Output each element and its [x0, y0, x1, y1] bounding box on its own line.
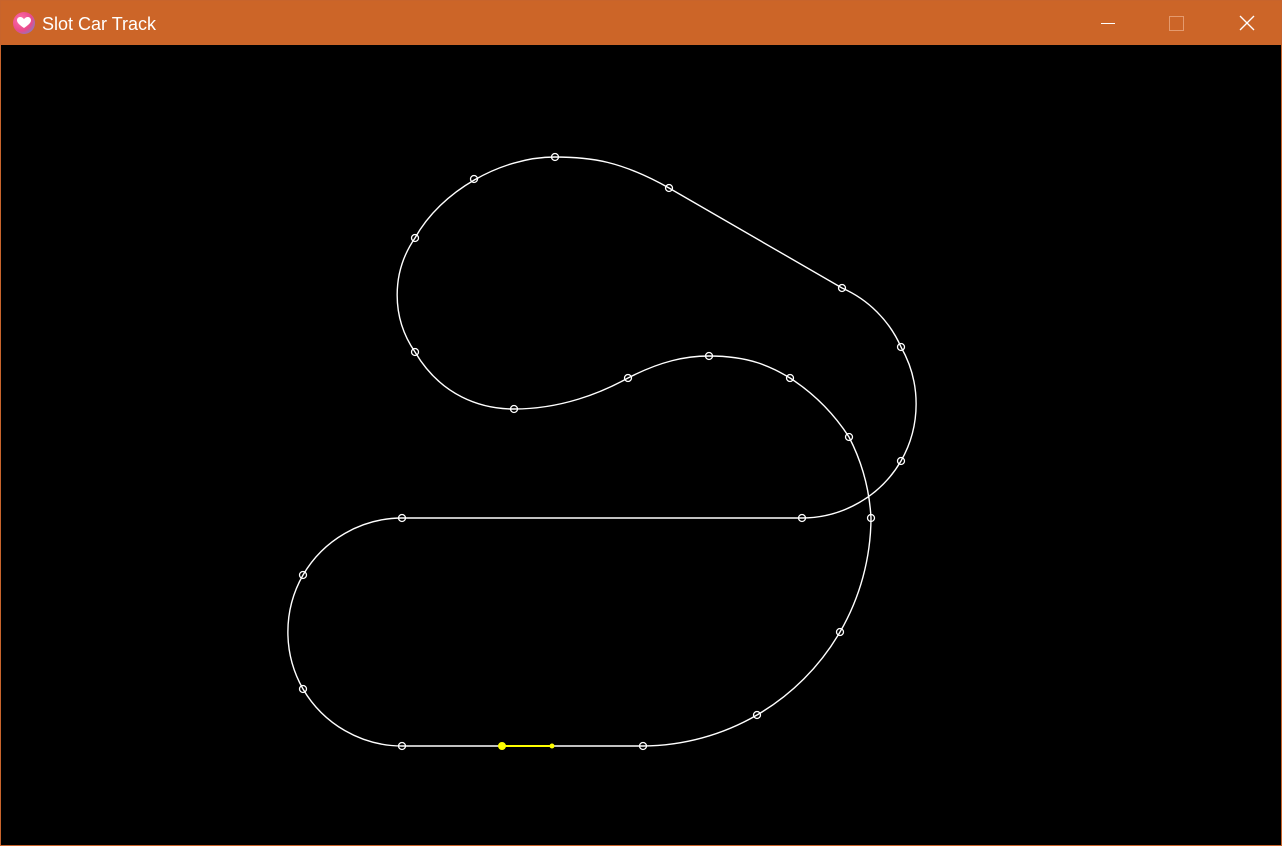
app-heart-icon — [13, 12, 35, 34]
window-title: Slot Car Track — [42, 14, 157, 34]
slot-car — [498, 742, 555, 750]
close-button[interactable] — [1223, 1, 1269, 45]
track-drawing — [287, 152, 917, 751]
track-canvas[interactable] — [1, 45, 1281, 845]
track-lower-loop — [287, 156, 917, 747]
maximize-button[interactable] — [1153, 1, 1199, 45]
minimize-icon — [1101, 23, 1115, 24]
minimize-button[interactable] — [1084, 1, 1130, 45]
track-nodes — [298, 152, 906, 751]
app-window: Slot Car Track — [0, 0, 1282, 846]
close-icon — [1239, 15, 1255, 31]
title-bar[interactable]: Slot Car Track — [1, 1, 1281, 45]
maximize-icon — [1169, 16, 1184, 31]
